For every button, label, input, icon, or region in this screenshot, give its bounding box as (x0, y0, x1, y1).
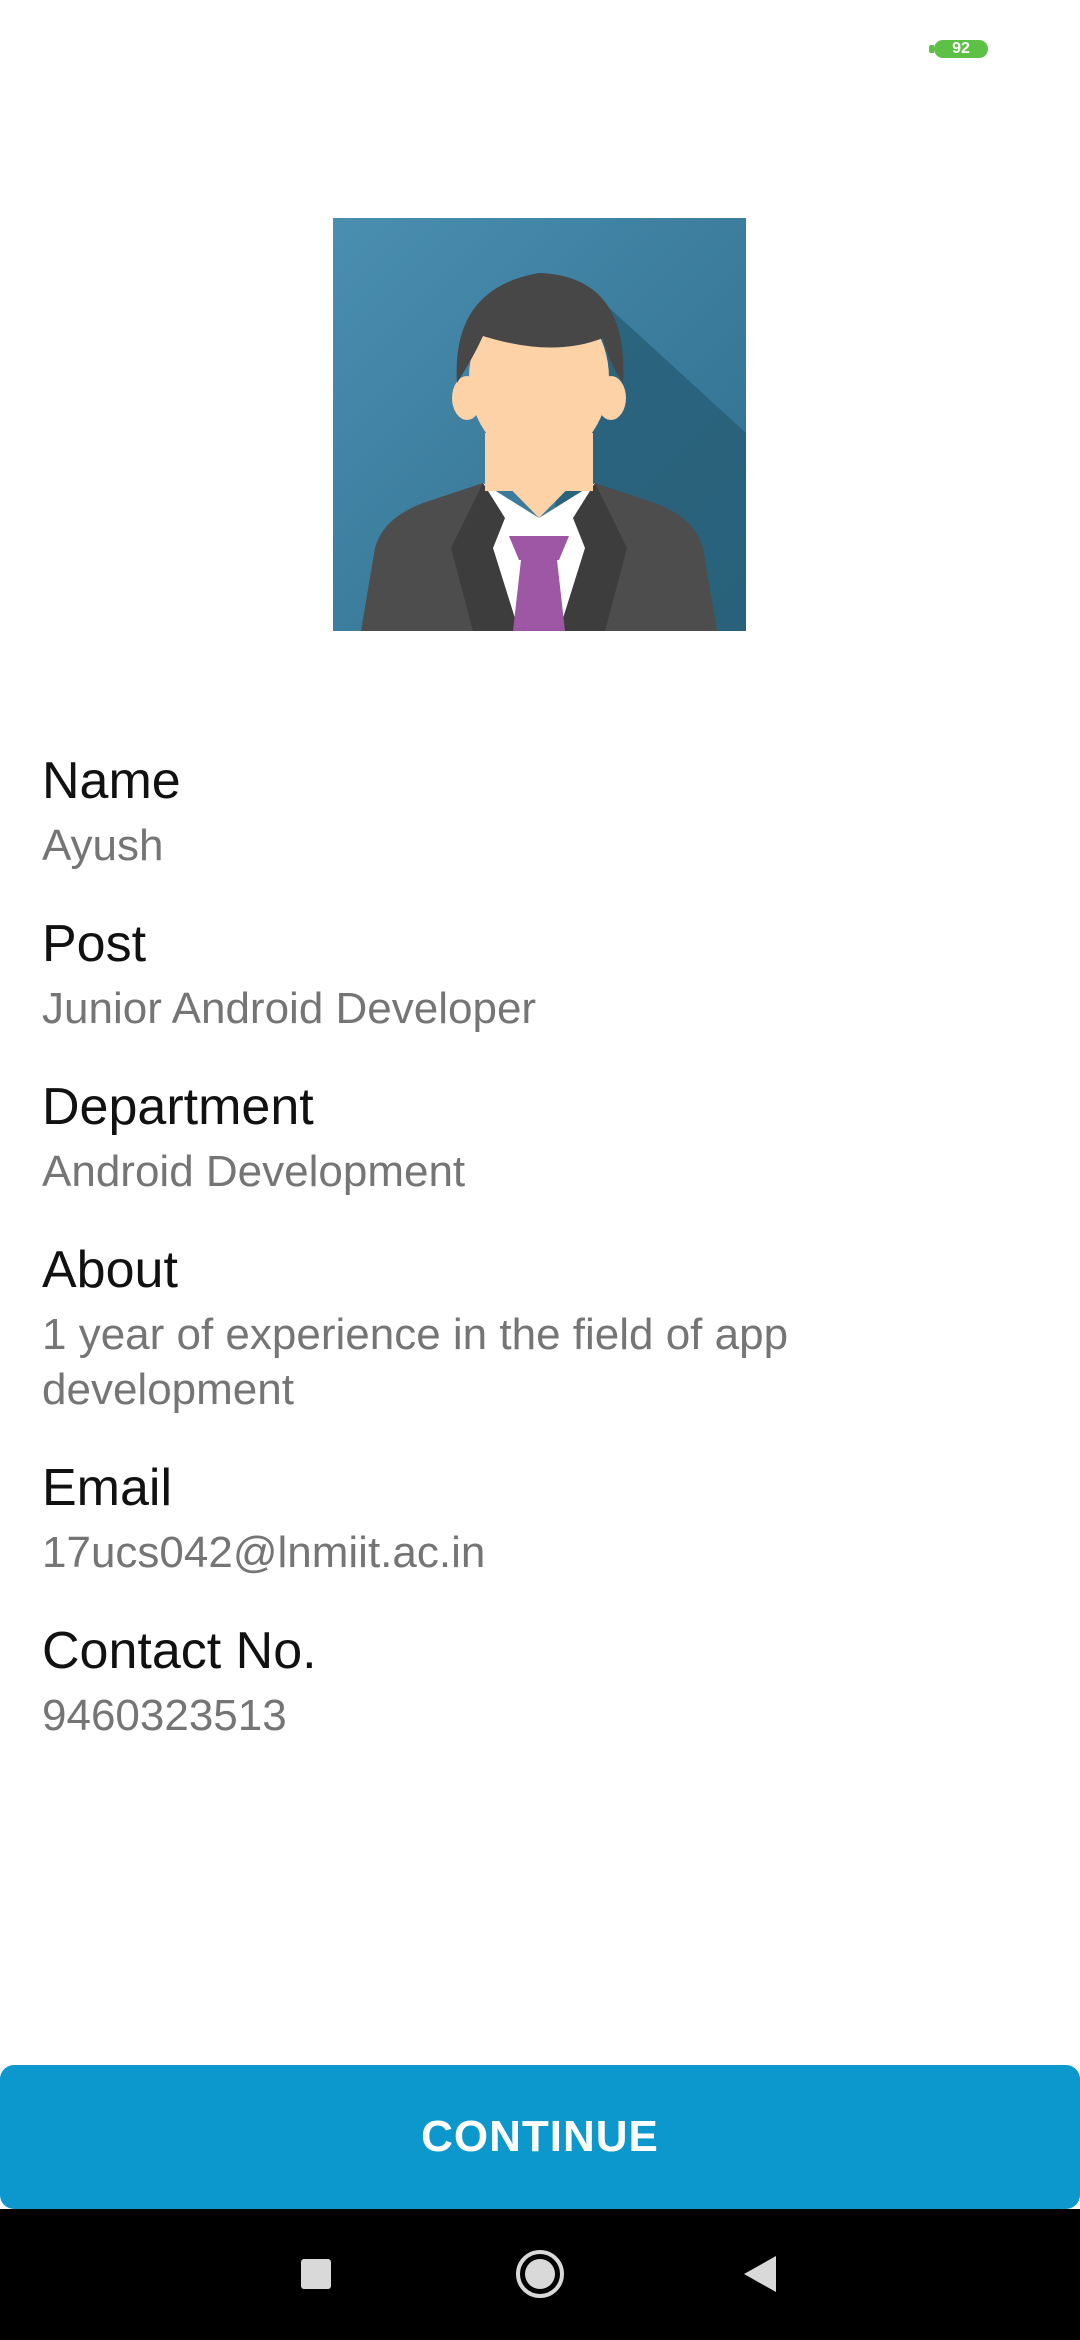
triangle-back-icon (744, 2256, 776, 2292)
field-name-label: Name (42, 752, 181, 810)
field-post-label: Post (42, 915, 147, 973)
field-post: Post Junior Android Developer (42, 913, 1042, 1036)
field-about: About 1 year of experience in the field … (42, 1239, 1042, 1417)
field-department-label: Department (42, 1078, 314, 1136)
field-email-label: Email (42, 1459, 173, 1517)
recents-button[interactable] (283, 2241, 349, 2307)
field-contact-label: Contact No. (42, 1622, 317, 1680)
status-bar: 92 (0, 0, 1080, 96)
field-email-value: 17ucs042@lnmiit.ac.in (42, 1528, 486, 1577)
field-about-label: About (42, 1241, 178, 1299)
circle-home-icon (516, 2250, 564, 2298)
field-name: Name Ayush (42, 750, 1042, 873)
back-button[interactable] (727, 2241, 793, 2307)
field-email: Email 17ucs042@lnmiit.ac.in (42, 1457, 1042, 1580)
field-contact: Contact No. 9460323513 (42, 1620, 1042, 1743)
field-department-value: Android Development (42, 1147, 466, 1196)
field-department: Department Android Development (42, 1076, 1042, 1199)
battery-icon: 92 (929, 40, 988, 58)
home-button[interactable] (507, 2241, 573, 2307)
businessman-avatar-icon (333, 218, 746, 631)
field-post-value: Junior Android Developer (42, 984, 537, 1033)
field-contact-value: 9460323513 (42, 1691, 287, 1740)
field-name-value: Ayush (42, 821, 164, 870)
field-about-value: 1 year of experience in the field of app… (42, 1310, 789, 1414)
continue-button[interactable]: CONTINUE (0, 2065, 1080, 2209)
profile-avatar (333, 218, 746, 631)
profile-details: Name Ayush Post Junior Android Developer… (42, 750, 1042, 1783)
navigation-bar (0, 2209, 1080, 2340)
square-icon (301, 2259, 331, 2289)
